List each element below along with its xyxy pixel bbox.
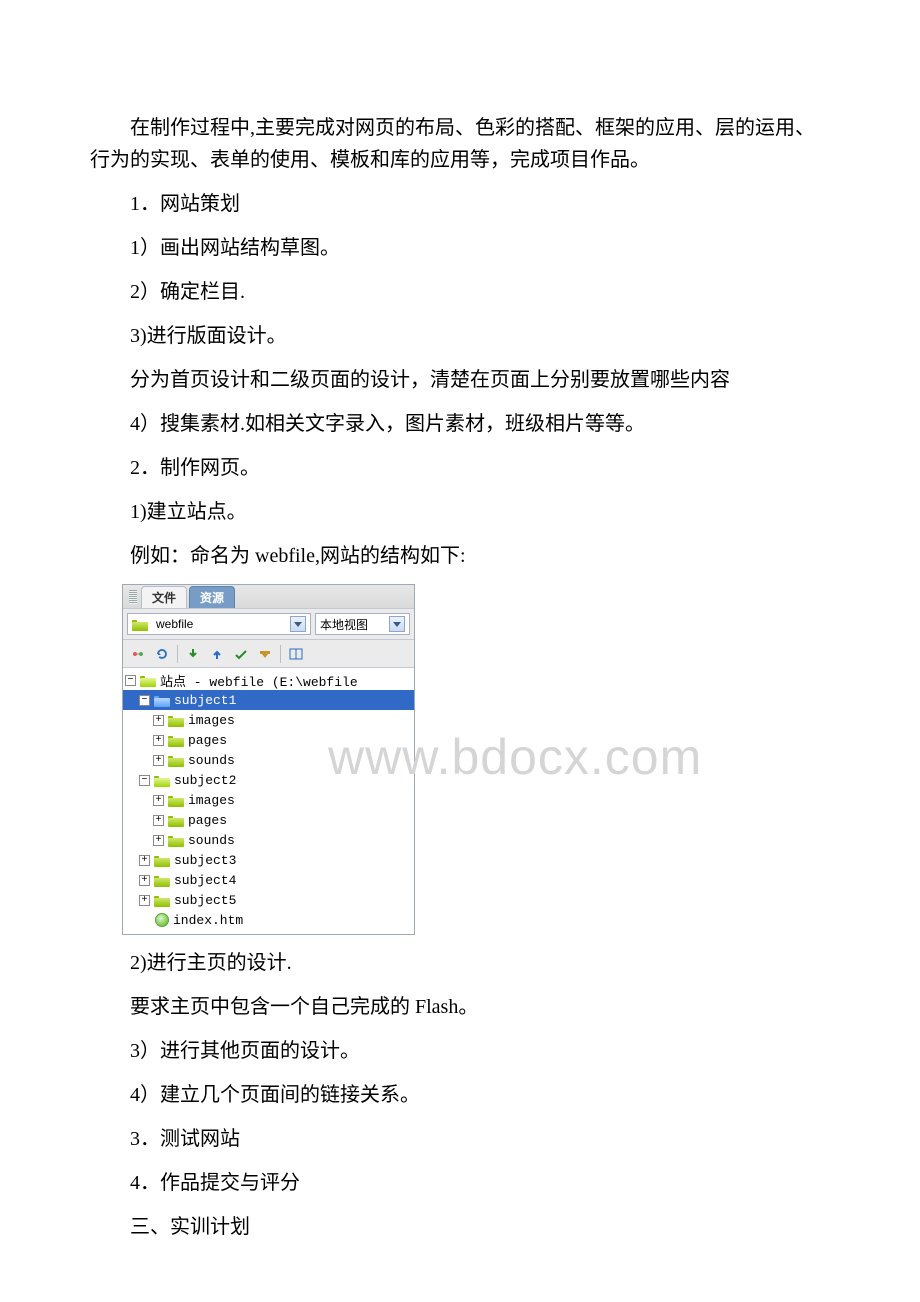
tree-item[interactable]: images [123,710,414,730]
paragraph-1-3: 3)进行版面设计。 [90,320,830,352]
tree-toggle-collapse[interactable] [139,775,150,786]
tab-files[interactable]: 文件 [141,586,187,608]
paragraph-1-4: 4）搜集素材.如相关文字录入，图片素材，班级相片等等。 [90,408,830,440]
tree-toggle-expand[interactable] [153,835,164,846]
tree-toggle-expand[interactable] [139,895,150,906]
tree-item[interactable]: index.htm [123,910,414,930]
tree-toggle-expand[interactable] [139,875,150,886]
tree-item-label: pages [188,813,227,828]
tree-item[interactable]: subject3 [123,850,414,870]
paragraph-intro: 在制作过程中,主要完成对网页的布局、色彩的搭配、框架的应用、层的运用、行为的实现… [90,112,830,176]
tree-toggle-expand[interactable] [153,795,164,806]
folder-icon [168,814,184,827]
paragraph-2: 2．制作网页。 [90,452,830,484]
panel-toolbar [123,640,414,668]
paragraph-2-1a: 例如：命名为 webfile,网站的结构如下: [90,540,830,572]
folder-icon [168,714,184,727]
panel-select-row: webfile 本地视图 [123,609,414,640]
folder-icon [168,754,184,767]
paragraph-1-1: 1）画出网站结构草图。 [90,232,830,264]
toolbar-separator [280,645,281,663]
tree-toggle-collapse[interactable] [139,695,150,706]
tree-item[interactable]: pages [123,730,414,750]
tree-item-label: subject1 [174,693,236,708]
tree-toggle-expand[interactable] [139,855,150,866]
tree-item[interactable]: subject5 [123,890,414,910]
files-panel-container: 文件 资源 webfile 本地视图 [122,584,830,935]
panel-tabbar: 文件 资源 [123,585,414,609]
dropdown-arrow-icon [389,616,405,632]
paragraph-1: 1．网站策划 [90,188,830,220]
paragraph-1-3a: 分为首页设计和二级页面的设计，清楚在页面上分别要放置哪些内容 [90,364,830,396]
tab-assets[interactable]: 资源 [189,586,235,608]
checkin-button[interactable] [254,643,276,665]
tree-item-label: subject3 [174,853,236,868]
folder-icon [168,834,184,847]
tree-toggle-expand[interactable] [153,715,164,726]
paragraph-2-4: 4）建立几个页面间的链接关系。 [90,1079,830,1111]
tree-item-label: subject2 [174,773,236,788]
view-select-value: 本地视图 [320,616,368,633]
tree-item[interactable]: sounds [123,830,414,850]
files-panel: 文件 资源 webfile 本地视图 [122,584,415,935]
tree-item-label: sounds [188,833,235,848]
dropdown-arrow-icon [290,616,306,632]
paragraph-1-2: 2）确定栏目. [90,276,830,308]
site-select[interactable]: webfile [127,613,311,635]
tree-item-label: subject4 [174,873,236,888]
tree-item[interactable]: subject4 [123,870,414,890]
tree-item-label: images [188,713,235,728]
document-page: 在制作过程中,主要完成对网页的布局、色彩的搭配、框架的应用、层的运用、行为的实现… [0,0,920,1295]
tree-item-label: index.htm [173,913,243,928]
folder-icon [154,854,170,867]
section-3: 三、实训计划 [90,1211,830,1243]
paragraph-2-1: 1)建立站点。 [90,496,830,528]
paragraph-2-3: 3）进行其他页面的设计。 [90,1035,830,1067]
html-file-icon [155,913,169,927]
paragraph-2-2: 2)进行主页的设计. [90,947,830,979]
toolbar-separator [177,645,178,663]
tree-toggle-expand[interactable] [153,815,164,826]
tree-toggle-collapse[interactable] [125,675,136,686]
tree-item[interactable]: images [123,790,414,810]
paragraph-2-2a: 要求主页中包含一个自己完成的 Flash。 [90,991,830,1023]
put-button[interactable] [206,643,228,665]
view-select[interactable]: 本地视图 [315,613,410,635]
panel-grip-icon [129,590,137,604]
tree-item-label: sounds [188,753,235,768]
folder-icon [154,774,170,787]
paragraph-4: 4．作品提交与评分 [90,1167,830,1199]
tree-item-label: subject5 [174,893,236,908]
tree-item-label: images [188,793,235,808]
expand-button[interactable] [285,643,307,665]
paragraph-3: 3．测试网站 [90,1123,830,1155]
folder-icon [168,794,184,807]
tree-item-label: pages [188,733,227,748]
folder-icon [140,674,156,687]
folder-icon [168,734,184,747]
connect-button[interactable] [127,643,149,665]
checkout-button[interactable] [230,643,252,665]
folder-icon [154,874,170,887]
tree-toggle-expand[interactable] [153,735,164,746]
tree-item[interactable]: sounds [123,750,414,770]
file-tree: www.bdocx.com 站点 - webfile (E:\webfilesu… [123,668,414,934]
tree-item[interactable]: subject1 [123,690,414,710]
tree-item[interactable]: 站点 - webfile (E:\webfile [123,670,414,690]
refresh-button[interactable] [151,643,173,665]
folder-icon [154,694,170,707]
tree-toggle-expand[interactable] [153,755,164,766]
site-select-value: webfile [156,617,193,631]
tree-item[interactable]: pages [123,810,414,830]
tree-item[interactable]: subject2 [123,770,414,790]
folder-icon [154,894,170,907]
tree-item-label: 站点 - webfile (E:\webfile [160,671,358,690]
folder-icon [132,618,148,631]
get-button[interactable] [182,643,204,665]
